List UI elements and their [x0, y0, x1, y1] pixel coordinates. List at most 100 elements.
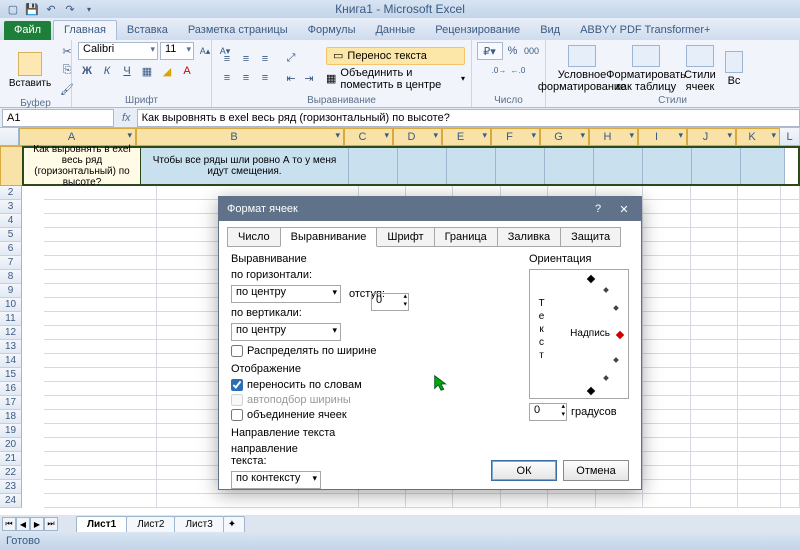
merge-checkbox[interactable]: [231, 409, 243, 421]
col-header-K[interactable]: K: [736, 128, 780, 146]
sheet-tab-3[interactable]: Лист3: [174, 516, 223, 532]
orientation-icon[interactable]: ⤢: [282, 50, 300, 68]
dialog-titlebar[interactable]: Формат ячеек ? ✕: [219, 197, 641, 221]
sheet-nav-last-icon[interactable]: ⏭: [44, 517, 58, 531]
row-header-15[interactable]: 15: [0, 368, 22, 382]
dtab-protection[interactable]: Защита: [560, 227, 621, 247]
sheet-nav-next-icon[interactable]: ▶: [30, 517, 44, 531]
dtab-font[interactable]: Шрифт: [376, 227, 434, 247]
help-icon[interactable]: ?: [589, 200, 607, 218]
row-header-20[interactable]: 20: [0, 438, 22, 452]
cell-styles-button[interactable]: Стили ячеек: [680, 45, 720, 93]
wrap-text-button[interactable]: ▭Перенос текста: [326, 47, 465, 65]
italic-icon[interactable]: К: [98, 62, 116, 80]
col-header-L[interactable]: L: [780, 128, 800, 145]
row-header-19[interactable]: 19: [0, 424, 22, 438]
row-header-21[interactable]: 21: [0, 452, 22, 466]
save-icon[interactable]: 💾: [24, 2, 40, 16]
cell-F1[interactable]: [496, 148, 545, 184]
dtab-fill[interactable]: Заливка: [497, 227, 561, 247]
row-header-14[interactable]: 14: [0, 354, 22, 368]
tab-abbyy[interactable]: ABBYY PDF Transformer+: [570, 21, 720, 40]
h-align-select[interactable]: по центру: [231, 285, 341, 303]
tab-review[interactable]: Рецензирование: [425, 21, 530, 40]
sheet-nav-prev-icon[interactable]: ◀: [16, 517, 30, 531]
align-middle-icon[interactable]: ≡: [237, 50, 255, 68]
cell-E1[interactable]: [447, 148, 496, 184]
row-header-5[interactable]: 5: [0, 228, 22, 242]
select-all-corner[interactable]: [0, 128, 19, 145]
row-header-17[interactable]: 17: [0, 396, 22, 410]
undo-icon[interactable]: ↶: [43, 2, 59, 16]
decrease-indent-icon[interactable]: ⇤: [282, 70, 300, 88]
bold-icon[interactable]: Ж: [78, 62, 96, 80]
insert-cells-button[interactable]: Вс: [724, 51, 744, 87]
degrees-spinner[interactable]: 0: [529, 403, 567, 421]
row-header-12[interactable]: 12: [0, 326, 22, 340]
redo-icon[interactable]: ↷: [62, 2, 78, 16]
tab-layout[interactable]: Разметка страницы: [178, 21, 298, 40]
font-color-icon[interactable]: A: [178, 62, 196, 80]
paste-button[interactable]: Вставить: [6, 50, 54, 91]
cancel-button[interactable]: Отмена: [563, 460, 629, 481]
dir-select[interactable]: по контексту: [231, 471, 321, 489]
cell-D1[interactable]: [398, 148, 447, 184]
cell-A1[interactable]: Как выровнять в exel весь ряд (горизонта…: [24, 148, 141, 184]
tab-view[interactable]: Вид: [530, 21, 570, 40]
formula-bar[interactable]: Как выровнять в exel весь ряд (горизонта…: [137, 109, 800, 127]
row-header-7[interactable]: 7: [0, 256, 22, 270]
row-header-3[interactable]: 3: [0, 200, 22, 214]
cell-J1[interactable]: [692, 148, 741, 184]
v-align-select[interactable]: по центру: [231, 323, 341, 341]
font-name-combo[interactable]: Calibri: [78, 42, 158, 60]
orientation-control[interactable]: Текст Надпись: [529, 269, 629, 399]
cell-B1[interactable]: Чтобы все ряды шли ровно А то у меня иду…: [141, 148, 349, 184]
currency-icon[interactable]: ₽▾: [477, 42, 503, 60]
col-header-F[interactable]: F: [491, 128, 540, 146]
row-header-11[interactable]: 11: [0, 312, 22, 326]
row-header-16[interactable]: 16: [0, 382, 22, 396]
indent-spinner[interactable]: 0: [371, 293, 409, 311]
increase-indent-icon[interactable]: ⇥: [300, 70, 318, 88]
qat-dropdown-icon[interactable]: ▾: [81, 2, 97, 16]
row-header-18[interactable]: 18: [0, 410, 22, 424]
decrease-decimal-icon[interactable]: ←.0: [509, 61, 527, 79]
new-sheet-icon[interactable]: ✦: [223, 516, 245, 532]
cell-K1[interactable]: [741, 148, 785, 184]
col-header-B[interactable]: B: [136, 128, 344, 146]
percent-icon[interactable]: %: [504, 42, 522, 60]
cell-G1[interactable]: [545, 148, 594, 184]
close-icon[interactable]: ✕: [615, 200, 633, 218]
conditional-formatting-button[interactable]: Условное форматирование: [552, 45, 612, 93]
row-header-2[interactable]: 2: [0, 186, 22, 200]
row-header-10[interactable]: 10: [0, 298, 22, 312]
col-header-C[interactable]: C: [344, 128, 393, 146]
font-size-combo[interactable]: 11: [160, 42, 194, 60]
sheet-tab-1[interactable]: Лист1: [76, 516, 127, 532]
dtab-border[interactable]: Граница: [434, 227, 498, 247]
increase-decimal-icon[interactable]: .0→: [490, 61, 508, 79]
border-icon[interactable]: ▦: [138, 62, 156, 80]
tab-insert[interactable]: Вставка: [117, 21, 178, 40]
row-header-6[interactable]: 6: [0, 242, 22, 256]
col-header-E[interactable]: E: [442, 128, 491, 146]
cell-C1[interactable]: [349, 148, 398, 184]
comma-icon[interactable]: 000: [523, 42, 541, 60]
row-header-13[interactable]: 13: [0, 340, 22, 354]
sheet-nav-first-icon[interactable]: ⏮: [2, 517, 16, 531]
col-header-G[interactable]: G: [540, 128, 589, 146]
tab-home[interactable]: Главная: [53, 20, 117, 40]
row-header-24[interactable]: 24: [0, 494, 22, 508]
align-bottom-icon[interactable]: ≡: [256, 50, 274, 68]
align-center-icon[interactable]: ≡: [237, 69, 255, 87]
cell-I1[interactable]: [643, 148, 692, 184]
align-left-icon[interactable]: ≡: [218, 69, 236, 87]
ok-button[interactable]: ОК: [491, 460, 557, 481]
col-header-I[interactable]: I: [638, 128, 687, 146]
cell-H1[interactable]: [594, 148, 643, 184]
row-header-4[interactable]: 4: [0, 214, 22, 228]
merge-center-button[interactable]: ▦Объединить и поместить в центре▾: [326, 67, 465, 91]
name-box[interactable]: A1: [2, 109, 114, 127]
underline-icon[interactable]: Ч: [118, 62, 136, 80]
align-right-icon[interactable]: ≡: [256, 69, 274, 87]
